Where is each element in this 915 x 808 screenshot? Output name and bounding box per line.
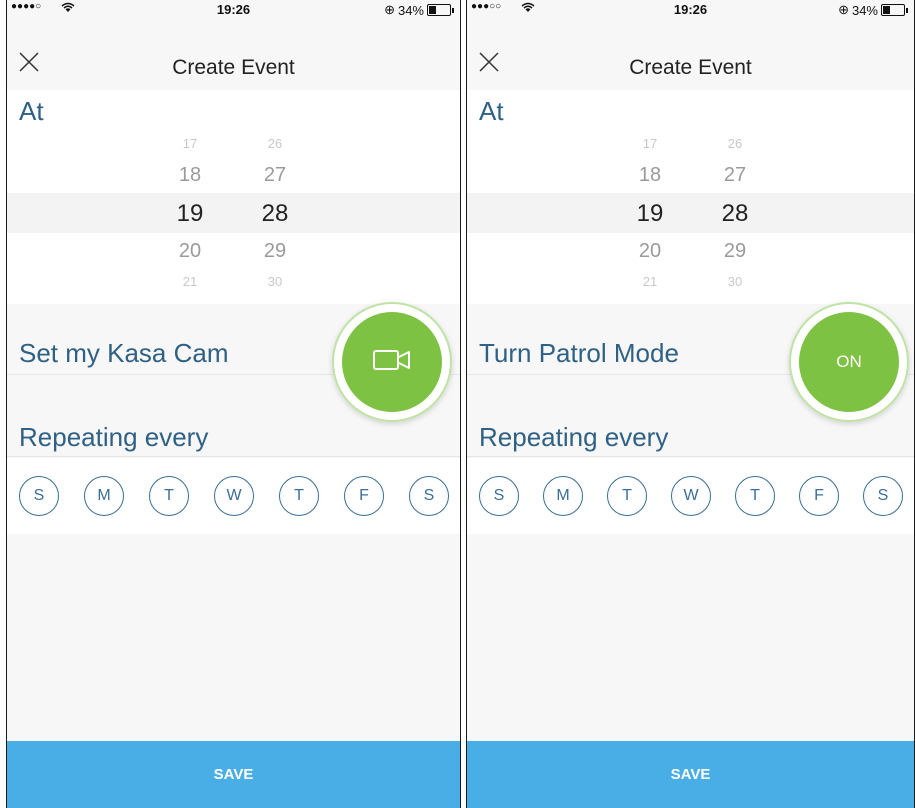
nav-bar: Create Event xyxy=(467,20,914,90)
minute-option[interactable]: 26 xyxy=(255,136,295,151)
day-tuesday[interactable]: T xyxy=(607,476,647,516)
hour-option[interactable]: 18 xyxy=(170,164,210,187)
repeat-label: Repeating every xyxy=(479,422,669,452)
picker-selection-band xyxy=(7,193,460,233)
screen-left: ●●●●○ 19:26 ⊕ 34% Create Event At 17 18 … xyxy=(6,0,461,808)
minute-option[interactable]: 30 xyxy=(715,274,755,289)
day-thursday[interactable]: T xyxy=(735,476,775,516)
day-tuesday[interactable]: T xyxy=(149,476,189,516)
hour-option[interactable]: 21 xyxy=(630,274,670,289)
battery-indicator: ⊕ 34% xyxy=(384,2,454,18)
day-saturday[interactable]: S xyxy=(863,476,903,516)
day-wednesday[interactable]: W xyxy=(671,476,711,516)
day-monday[interactable]: M xyxy=(84,476,124,516)
battery-icon xyxy=(427,4,451,16)
hour-option[interactable]: 20 xyxy=(170,240,210,263)
nav-bar: Create Event xyxy=(7,20,460,90)
day-wednesday[interactable]: W xyxy=(214,476,254,516)
day-monday[interactable]: M xyxy=(543,476,583,516)
picker-selection-band xyxy=(467,193,914,233)
page-title: Create Event xyxy=(172,56,295,79)
patrol-on-button-face: ON xyxy=(799,312,899,412)
at-label: At xyxy=(19,96,44,126)
minute-option[interactable]: 27 xyxy=(255,164,295,187)
divider xyxy=(467,456,914,457)
battery-percent: 34% xyxy=(851,2,878,18)
action-label: Set my Kasa Cam xyxy=(19,338,229,368)
hour-option[interactable]: 21 xyxy=(170,274,210,289)
divider xyxy=(7,456,460,457)
status-bar: ●●●●○ 19:26 ⊕ 34% xyxy=(7,0,460,20)
time-section: At 17 18 19 20 21 26 27 28 29 30 xyxy=(467,90,914,304)
minute-option[interactable]: 29 xyxy=(255,240,295,263)
day-sunday[interactable]: S xyxy=(479,476,519,516)
at-label: At xyxy=(479,96,504,126)
minute-selected[interactable]: 28 xyxy=(255,200,295,228)
minute-option[interactable]: 26 xyxy=(715,136,755,151)
day-thursday[interactable]: T xyxy=(279,476,319,516)
day-sunday[interactable]: S xyxy=(19,476,59,516)
screen-right: ●●●○○ 19:26 ⊕ 34% Create Event At 17 18 … xyxy=(466,0,915,808)
hour-option[interactable]: 17 xyxy=(630,136,670,151)
rotation-lock-icon: ⊕ xyxy=(384,2,395,17)
time-section: At 17 18 19 20 21 26 27 28 29 30 xyxy=(7,90,460,304)
patrol-on-button[interactable]: ON xyxy=(789,302,909,422)
page-title: Create Event xyxy=(629,56,752,79)
minute-option[interactable]: 30 xyxy=(255,274,295,289)
minute-option[interactable]: 29 xyxy=(715,240,755,263)
day-selector: S M T W T F S xyxy=(7,458,460,534)
hour-selected[interactable]: 19 xyxy=(630,200,670,228)
status-bar: ●●●○○ 19:26 ⊕ 34% xyxy=(467,0,914,20)
hour-option[interactable]: 20 xyxy=(630,240,670,263)
save-button[interactable]: SAVE xyxy=(7,741,460,808)
battery-icon xyxy=(881,4,905,16)
day-friday[interactable]: F xyxy=(344,476,384,516)
day-saturday[interactable]: S xyxy=(409,476,449,516)
hour-selected[interactable]: 19 xyxy=(170,200,210,228)
action-label: Turn Patrol Mode xyxy=(479,338,679,368)
hour-option[interactable]: 18 xyxy=(630,164,670,187)
minute-option[interactable]: 27 xyxy=(715,164,755,187)
repeat-label: Repeating every xyxy=(19,422,209,452)
camera-action-button[interactable] xyxy=(332,302,452,422)
day-selector: S M T W T F S xyxy=(467,458,914,534)
day-friday[interactable]: F xyxy=(799,476,839,516)
save-button[interactable]: SAVE xyxy=(467,741,914,808)
rotation-lock-icon: ⊕ xyxy=(838,2,849,17)
battery-indicator: ⊕ 34% xyxy=(838,2,908,18)
battery-percent: 34% xyxy=(397,2,424,18)
video-camera-icon xyxy=(373,349,411,376)
camera-action-button-face xyxy=(342,312,442,412)
hour-option[interactable]: 17 xyxy=(170,136,210,151)
minute-selected[interactable]: 28 xyxy=(715,200,755,228)
